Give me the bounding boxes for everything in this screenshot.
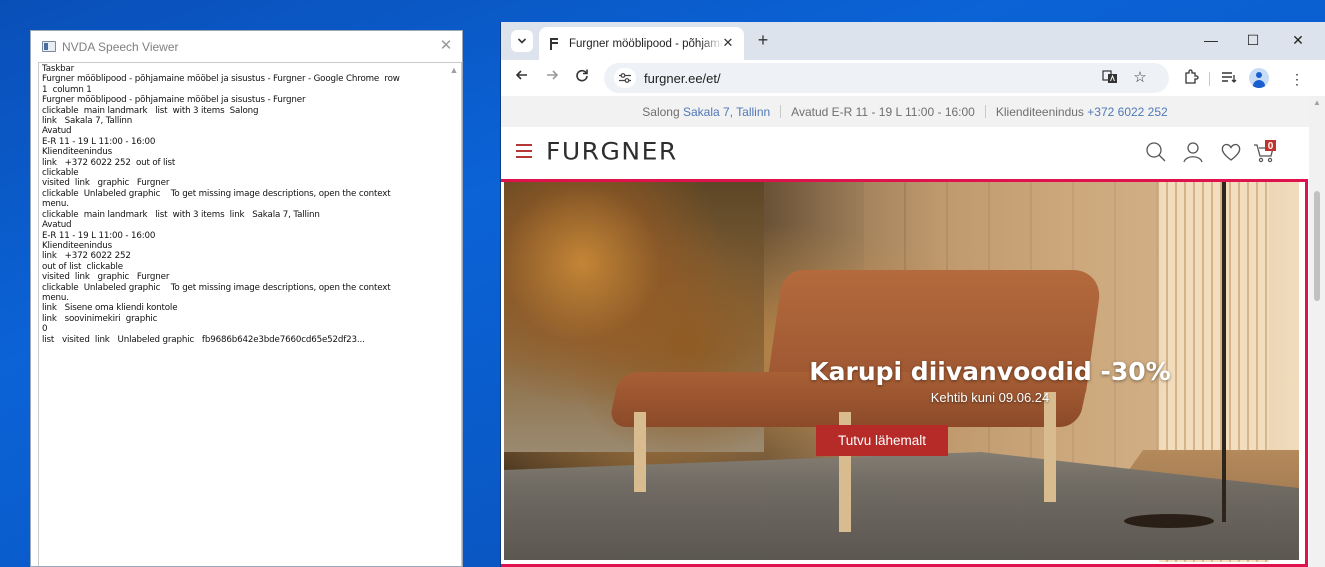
hero-title: Karupi diivanvoodid -30% <box>809 357 1171 386</box>
speech-line: E-R 11 - 19 L 11:00 - 16:00 <box>42 230 156 241</box>
scroll-up-icon[interactable]: ▲ <box>1313 98 1321 107</box>
speech-line: Avatud <box>42 220 72 231</box>
reading-list-icon[interactable] <box>1219 69 1239 89</box>
speech-line: out of list clickable <box>42 261 123 272</box>
speech-line: clickable Unlabeled graphic To get missi… <box>42 282 391 293</box>
speech-line: 1 column 1 <box>42 84 92 95</box>
speech-line: clickable main landmark list with 3 item… <box>42 105 259 116</box>
salong-label: Salong <box>642 104 680 119</box>
speech-line: link Sakala 7, Tallinn <box>42 116 133 127</box>
wishlist-heart-icon[interactable] <box>1219 140 1243 164</box>
hero-subtitle: Kehtib kuni 09.06.24 <box>930 390 1050 405</box>
menu-icon[interactable] <box>516 144 532 158</box>
info-topbar: Salong Sakala 7, Tallinn Avatud E-R 11 -… <box>501 96 1309 127</box>
speech-line: visited link graphic Furgner <box>42 178 170 189</box>
chevron-down-icon <box>517 38 527 44</box>
shopping-cart-icon[interactable]: 0 <box>1253 140 1277 164</box>
nvda-scrollbar[interactable]: ▲ <box>446 63 461 566</box>
user-account-icon[interactable] <box>1181 140 1205 164</box>
opening-hours: Avatud E-R 11 - 19 L 11:00 - 16:00 <box>791 104 975 119</box>
translate-icon[interactable] <box>1101 69 1119 87</box>
nvda-speech-text: Taskbar Furgner mööblipood - põhjamaine m… <box>42 64 446 345</box>
speech-line: menu. <box>42 199 69 210</box>
extensions-icon[interactable] <box>1181 69 1201 89</box>
profile-avatar-icon[interactable] <box>1249 68 1269 88</box>
speech-line: menu. <box>42 292 69 303</box>
reload-button[interactable] <box>571 67 593 89</box>
speech-line: visited link graphic Furgner <box>42 272 170 283</box>
url-text: furgner.ee/et/ <box>644 70 721 86</box>
hero-banner[interactable]: Karupi diivanvoodid -30% Kehtib kuni 09.… <box>501 179 1308 567</box>
salong-address-link[interactable]: Sakala 7, Tallinn <box>683 105 770 119</box>
nvda-speech-log[interactable]: Taskbar Furgner mööblipood - põhjamaine m… <box>38 62 462 566</box>
nvda-speech-viewer-window: NVDA Speech Viewer ✕ Taskbar Furgner mööb… <box>30 30 463 567</box>
furgner-favicon-icon <box>548 37 560 51</box>
speech-line: Klienditeenindus <box>42 240 112 251</box>
minimize-button[interactable]: — <box>1196 29 1226 51</box>
topbar-divider <box>780 105 782 118</box>
maximize-button[interactable]: ☐ <box>1238 29 1268 51</box>
speech-line: link +372 6022 252 <box>42 251 131 262</box>
web-page: Salong Sakala 7, Tallinn Avatud E-R 11 -… <box>501 96 1325 567</box>
speech-line: Taskbar <box>42 64 75 74</box>
browser-toolbar: furgner.ee/et/ ☆ ⋮ <box>501 60 1325 96</box>
scrollbar-thumb[interactable] <box>1314 191 1320 301</box>
speech-line: 0 <box>42 324 48 335</box>
close-window-button[interactable]: ✕ <box>1283 29 1313 51</box>
service-label: Klienditeenindus <box>995 104 1084 119</box>
toolbar-divider <box>1209 72 1210 86</box>
topbar-divider <box>984 105 986 118</box>
speech-line: link +372 6022 252 out of list <box>42 157 176 168</box>
cart-count-badge: 0 <box>1268 141 1274 152</box>
nvda-app-icon <box>42 41 56 52</box>
furgner-logo[interactable]: FURGNER <box>546 138 678 166</box>
reload-icon <box>576 69 588 82</box>
tab-strip: Furgner mööblipood - põhjamaine mööbel j… <box>501 22 1325 60</box>
nvda-titlebar: NVDA Speech Viewer <box>31 31 462 62</box>
tab-search-button[interactable] <box>511 30 533 52</box>
search-icon[interactable] <box>1144 140 1168 164</box>
tab-title: Furgner mööblipood - põhjamaine mööbel j… <box>569 37 723 50</box>
more-menu-icon[interactable]: ⋮ <box>1287 69 1307 89</box>
site-header: FURGNER 0 <box>501 127 1309 177</box>
site-info-button[interactable] <box>614 68 636 88</box>
chrome-window: Furgner mööblipood - põhjamaine mööbel j… <box>500 22 1325 567</box>
forward-button[interactable] <box>541 67 563 89</box>
speech-line: clickable <box>42 168 79 179</box>
speech-line: E-R 11 - 19 L 11:00 - 16:00 <box>42 136 156 147</box>
page-scrollbar[interactable]: ▲ <box>1309 96 1325 567</box>
nvda-window-title: NVDA Speech Viewer <box>62 39 179 54</box>
speech-line: Furgner mööblipood - põhjamaine mööbel j… <box>42 95 306 106</box>
tune-icon <box>619 73 631 83</box>
speech-line: Avatud <box>42 126 72 137</box>
speech-line: link Sisene oma kliendi kontole <box>42 303 178 314</box>
speech-line: link soovinimekiri graphic <box>42 313 158 324</box>
address-bar[interactable]: furgner.ee/et/ ☆ <box>604 63 1169 93</box>
nvda-close-icon[interactable]: ✕ <box>438 38 454 54</box>
back-button[interactable] <box>511 67 533 89</box>
speech-line: clickable Unlabeled graphic To get missi… <box>42 188 391 199</box>
speech-line: Furgner mööblipood - põhjamaine mööbel j… <box>42 74 400 85</box>
back-arrow-icon <box>515 70 527 80</box>
speech-line: list visited link Unlabeled graphic fb96… <box>42 334 365 345</box>
active-tab[interactable]: Furgner mööblipood - põhjamaine mööbel j… <box>539 27 744 60</box>
hero-cta-button[interactable]: Tutvu lähemalt <box>816 425 948 456</box>
bookmark-star-icon[interactable]: ☆ <box>1131 69 1149 87</box>
scroll-up-icon[interactable]: ▲ <box>449 65 459 75</box>
tab-close-icon[interactable]: ✕ <box>720 35 736 51</box>
speech-line: clickable main landmark list with 3 item… <box>42 209 320 220</box>
forward-arrow-icon <box>547 70 559 80</box>
service-phone-link[interactable]: +372 6022 252 <box>1087 105 1167 119</box>
new-tab-button[interactable]: + <box>753 30 773 50</box>
speech-line: Klienditeenindus <box>42 147 112 158</box>
